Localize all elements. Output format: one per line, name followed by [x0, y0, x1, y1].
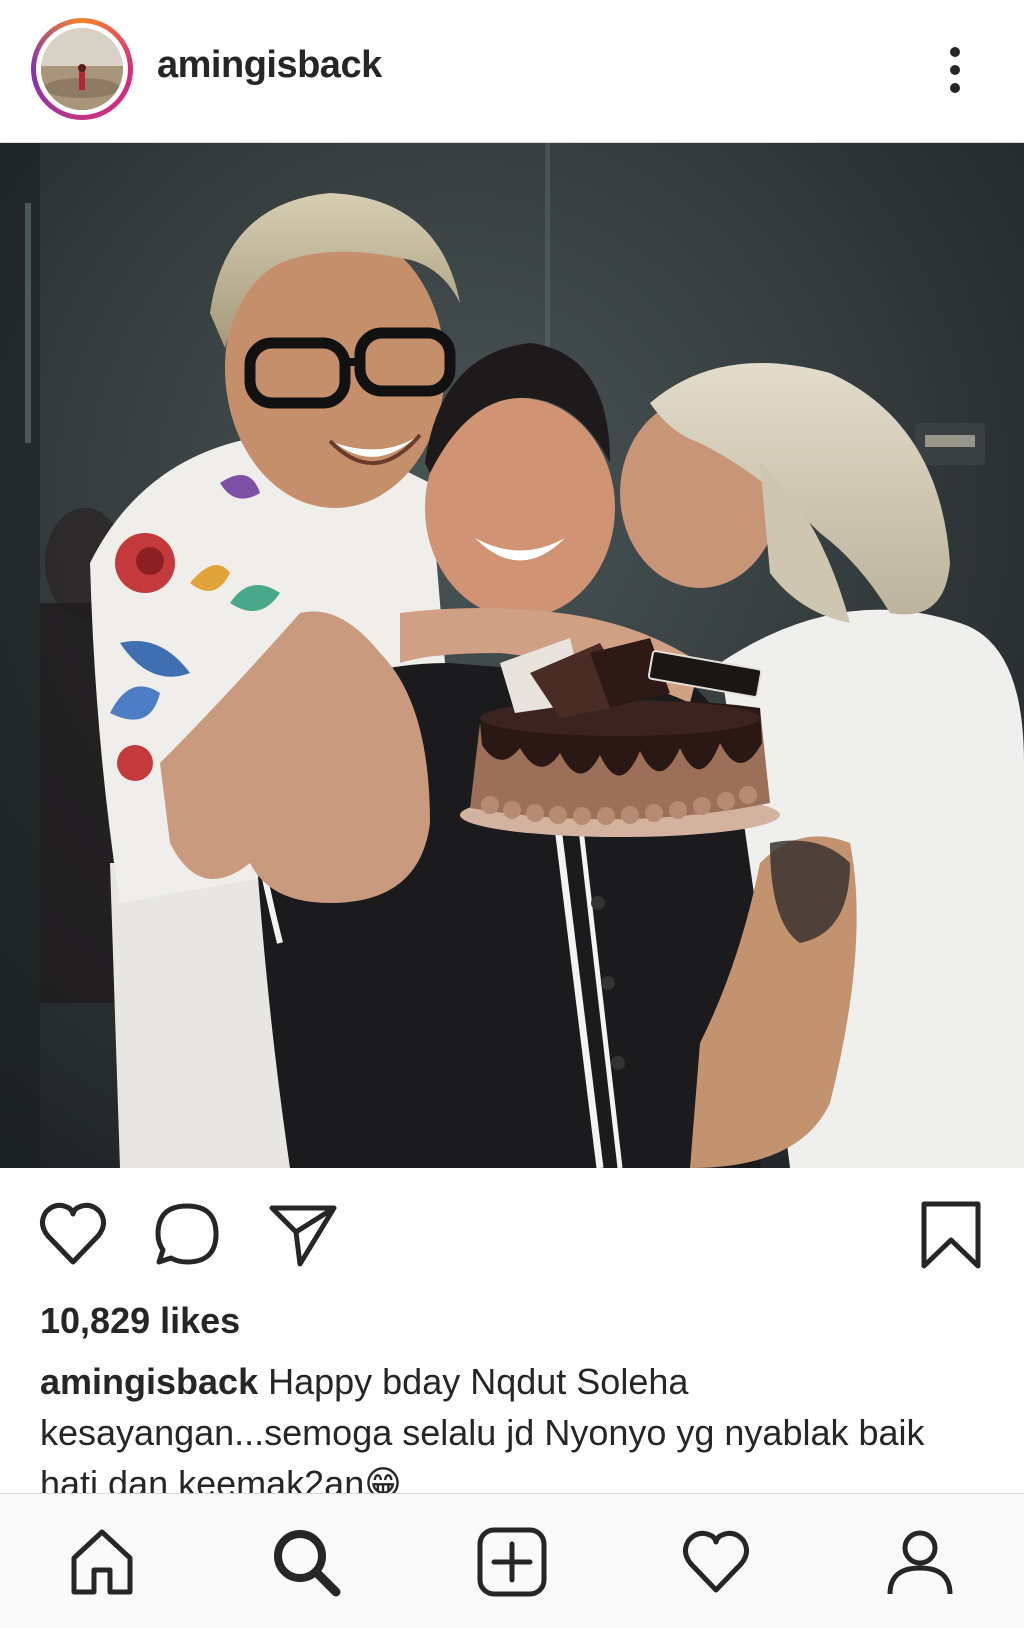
- heart-icon: [683, 1530, 749, 1593]
- more-vertical-icon: [950, 47, 960, 93]
- comment-icon: [155, 1203, 219, 1265]
- save-button[interactable]: [914, 1198, 988, 1272]
- add-post-icon: [477, 1527, 547, 1597]
- send-icon: [269, 1205, 337, 1267]
- post-image: [0, 143, 1024, 1168]
- bottom-navigation: [0, 1493, 1024, 1628]
- post-photo[interactable]: [0, 143, 1024, 1168]
- avatar-image: [41, 28, 123, 110]
- nav-activity[interactable]: [678, 1524, 754, 1600]
- nav-search[interactable]: [268, 1524, 344, 1600]
- avatar[interactable]: [31, 18, 133, 120]
- like-button[interactable]: [36, 1198, 110, 1272]
- more-options-button[interactable]: [935, 40, 975, 100]
- profile-icon: [887, 1530, 953, 1595]
- post-header: amingisback: [0, 0, 1024, 143]
- post-caption: amingisback Happy bday Nqdut Soleha kesa…: [40, 1356, 984, 1494]
- caption-username[interactable]: amingisback: [40, 1361, 258, 1402]
- post-actions: [0, 1168, 1024, 1288]
- bookmark-icon: [921, 1201, 981, 1269]
- share-button[interactable]: [266, 1198, 340, 1272]
- post-username[interactable]: amingisback: [157, 44, 382, 87]
- comment-button[interactable]: [150, 1198, 224, 1272]
- likes-count[interactable]: 10,829 likes: [40, 1300, 240, 1342]
- home-icon: [71, 1529, 133, 1595]
- instagram-post-screen: amingisback 10,829 likes amingisback Hap…: [0, 0, 1024, 1628]
- search-icon: [274, 1530, 341, 1597]
- nav-profile[interactable]: [882, 1524, 958, 1600]
- avatar-photo: [41, 28, 123, 110]
- nav-home[interactable]: [64, 1524, 140, 1600]
- heart-icon: [40, 1202, 106, 1265]
- nav-new-post[interactable]: [474, 1524, 550, 1600]
